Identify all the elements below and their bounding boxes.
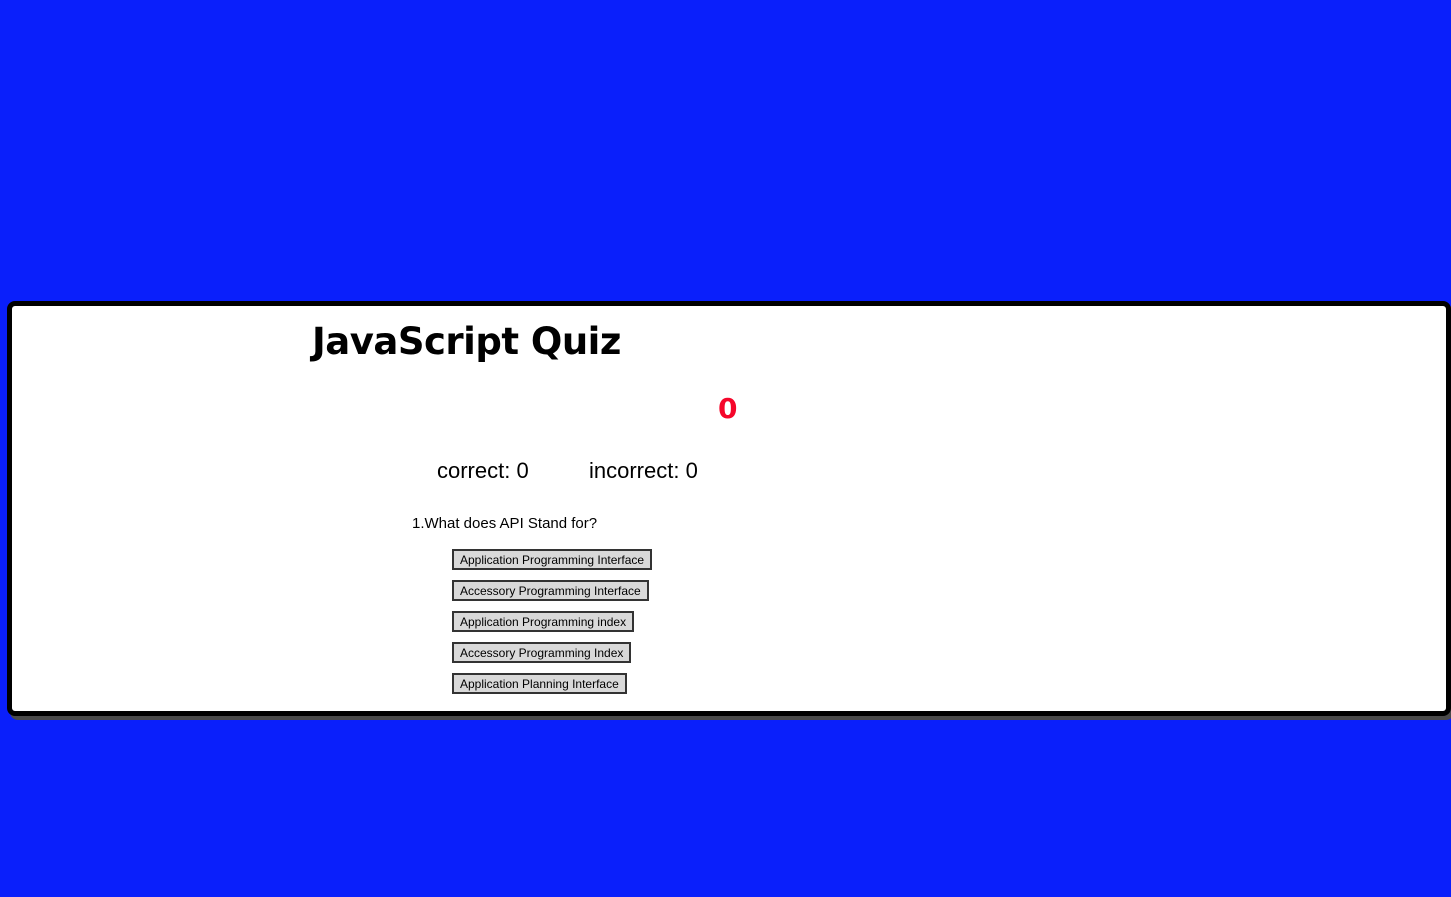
quiz-title: JavaScript Quiz [312,320,621,363]
answer-button-3[interactable]: Application Programming index [452,611,635,632]
answer-item: Application Programming index [452,611,652,642]
incorrect-count: incorrect: 0 [589,458,698,483]
answer-item: Application Programming Interface [452,549,653,580]
answer-item: Accessory Programming Interface [452,580,652,611]
quiz-card: JavaScript Quiz 0 correct: 0 incorrect: … [7,301,1451,716]
answer-button-2[interactable]: Accessory Programming Interface [452,580,649,601]
timer-display: 0 [718,392,738,425]
answer-list: Application Programming Interface Access… [452,549,653,704]
answer-button-4[interactable]: Accessory Programming Index [452,642,632,663]
answer-button-1[interactable]: Application Programming Interface [452,549,653,570]
answer-item: Accessory Programming Index [452,642,652,673]
answer-button-5[interactable]: Application Planning Interface [452,673,627,694]
correct-count: correct: 0 [437,458,529,483]
answer-item: Application Planning Interface [452,673,652,704]
page-background: { "quiz": { "title": "JavaScript Quiz", … [0,0,1451,897]
question-text: 1.What does API Stand for? [412,515,598,532]
